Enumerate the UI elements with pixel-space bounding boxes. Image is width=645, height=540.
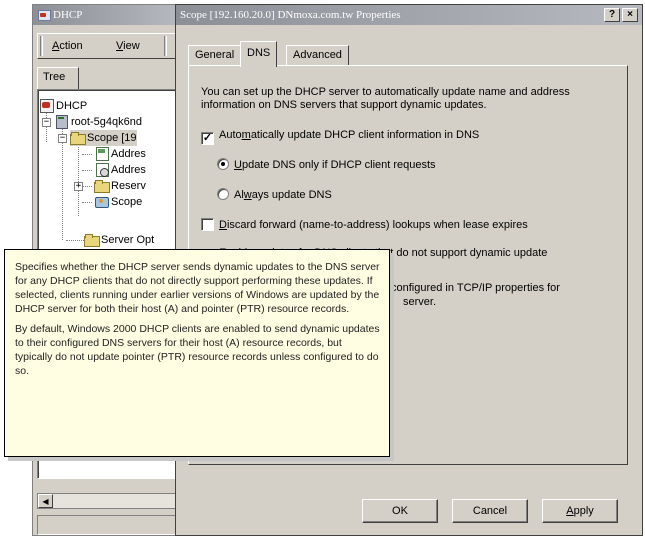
reservations-icon <box>94 178 110 193</box>
tree-node-label: Reserv <box>111 180 146 192</box>
apply-button[interactable]: Apply <box>542 499 618 523</box>
always-update-radio[interactable] <box>217 188 229 200</box>
tree-node-address-pool[interactable]: Addres <box>94 146 146 162</box>
label-part: Auto <box>219 129 242 141</box>
label-part: Al <box>234 189 244 201</box>
tree-node-scope-options[interactable]: Scope <box>94 194 142 210</box>
server-options-icon <box>84 232 100 247</box>
dialog-titlebar[interactable]: Scope [192.160.20.0] DNmoxa.com.tw Prope… <box>176 5 642 25</box>
auto-update-label: Automatically update DHCP client informa… <box>219 129 479 141</box>
label-part: iscard forward (name-to-address) lookups… <box>226 219 528 231</box>
discard-forward-checkbox[interactable] <box>201 218 214 231</box>
tree-node-reservations[interactable]: Reserv <box>94 178 146 194</box>
discard-forward-label: Discard forward (name-to-address) lookup… <box>219 219 528 231</box>
obscured-text-line-1: configured in TCP/IP properties for <box>391 282 560 294</box>
tree-node-address-leases[interactable]: Addres <box>94 162 146 178</box>
scroll-left-arrow-icon[interactable]: ◀ <box>38 494 53 508</box>
tree-node-server[interactable]: root-5g4qk6nd <box>54 114 142 130</box>
expand-reservations-expander[interactable]: + <box>74 182 83 191</box>
tree-node-dhcp[interactable]: DHCP <box>39 98 87 114</box>
apply-label-rest: pply <box>573 505 594 517</box>
tree-node-label: Addres <box>111 148 146 160</box>
update-on-request-option[interactable]: Update DNS only if DHCP client requests <box>217 158 436 172</box>
auto-update-dns-option[interactable]: ✓ Automatically update DHCP client inform… <box>201 128 479 145</box>
tree-connector <box>82 154 92 155</box>
tooltip-paragraph-2: By default, Windows 2000 DHCP clients ar… <box>15 323 380 377</box>
always-update-option[interactable]: Always update DNS <box>217 188 332 202</box>
dhcp-console-title: DHCP <box>53 9 83 21</box>
dhcp-app-icon <box>37 9 51 22</box>
obscured-text-line-2: server. <box>403 296 437 308</box>
label-accelerator: D <box>219 219 227 231</box>
address-pool-icon <box>94 146 109 161</box>
label-accelerator: w <box>243 189 252 201</box>
tab-advanced[interactable]: Advanced <box>286 45 349 65</box>
help-button[interactable]: ? <box>604 8 620 22</box>
whats-this-help-tooltip: Specifies whether the DHCP server sends … <box>4 249 390 457</box>
tree-node-scope[interactable]: Scope [19 <box>70 130 137 146</box>
folder-icon <box>70 130 86 145</box>
tab-dns[interactable]: DNS <box>240 41 278 67</box>
action-menu-label: ction <box>59 40 83 52</box>
console-status-bar <box>37 515 177 535</box>
menubar-separator <box>164 36 167 56</box>
collapse-scope-expander[interactable]: − <box>58 134 67 143</box>
label-accelerator: U <box>234 159 242 171</box>
tree-node-label: DHCP <box>56 100 88 112</box>
tree-connector <box>66 240 84 241</box>
always-update-label: Always update DNS <box>234 189 332 201</box>
discard-forward-option[interactable]: Discard forward (name-to-address) lookup… <box>201 218 528 232</box>
view-menu-label: iew <box>123 40 140 52</box>
dhcp-icon <box>39 98 54 113</box>
address-leases-icon <box>94 162 109 177</box>
close-button[interactable]: × <box>622 8 638 22</box>
scope-options-icon <box>94 194 109 208</box>
dhcp-console-titlebar[interactable]: DHCP <box>33 5 181 25</box>
tree-horizontal-scrollbar[interactable]: ◀ <box>37 493 177 509</box>
label-accelerator: A <box>566 505 574 517</box>
tree-node-label: Scope [19 <box>87 132 137 144</box>
ok-button[interactable]: OK <box>362 499 438 523</box>
tree-node-label: Server Opt <box>101 234 155 246</box>
label-accelerator: m <box>241 129 251 141</box>
tree-node-server-options[interactable]: Server Opt <box>84 232 154 248</box>
server-icon <box>54 114 68 129</box>
tree-node-label: root-5g4qk6nd <box>71 116 142 128</box>
tree-node-label: Scope <box>111 196 143 208</box>
tab-general[interactable]: General <box>188 45 242 65</box>
tooltip-paragraph-1: Specifies whether the DHCP server sends … <box>15 261 380 315</box>
dialog-title: Scope [192.160.20.0] DNmoxa.com.tw Prope… <box>180 9 401 21</box>
label-part: pdate DNS only if DHCP client requests <box>241 159 436 171</box>
label-part: atically update DHCP client information … <box>250 129 480 141</box>
auto-update-dns-checkbox[interactable]: ✓ <box>201 132 214 145</box>
label-part: ays update DNS <box>251 189 332 201</box>
view-menu[interactable]: View <box>116 40 140 52</box>
tree-connector <box>82 186 92 187</box>
console-menubar: Action View <box>37 33 177 59</box>
tree-connector <box>82 202 92 203</box>
collapse-server-expander[interactable]: − <box>42 118 51 127</box>
action-menu[interactable]: Action <box>52 40 83 52</box>
menubar-grip <box>40 36 43 56</box>
tree-connector <box>82 170 92 171</box>
tree-connector <box>78 140 79 216</box>
tree-node-label: Addres <box>111 164 146 176</box>
update-on-request-label: Update DNS only if DHCP client requests <box>234 159 436 171</box>
cancel-button[interactable]: Cancel <box>452 499 528 523</box>
update-on-request-radio[interactable] <box>217 158 229 170</box>
dns-intro-text: You can set up the DHCP server to automa… <box>201 86 570 111</box>
tab-tree[interactable]: Tree <box>37 67 79 89</box>
